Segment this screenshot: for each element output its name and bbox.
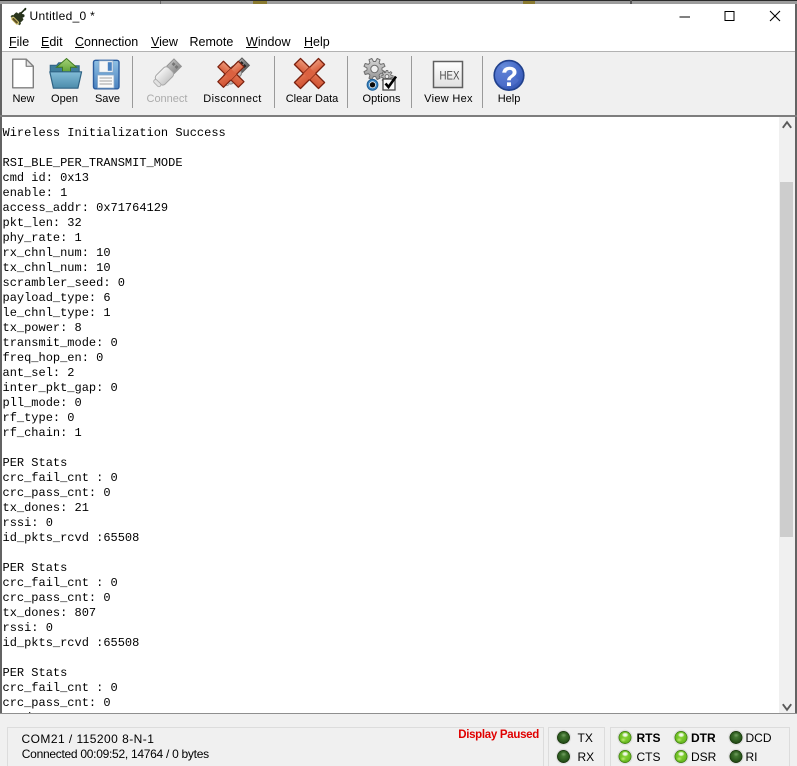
svg-text:HEX: HEX	[440, 68, 460, 82]
svg-text:?: ?	[501, 61, 518, 92]
